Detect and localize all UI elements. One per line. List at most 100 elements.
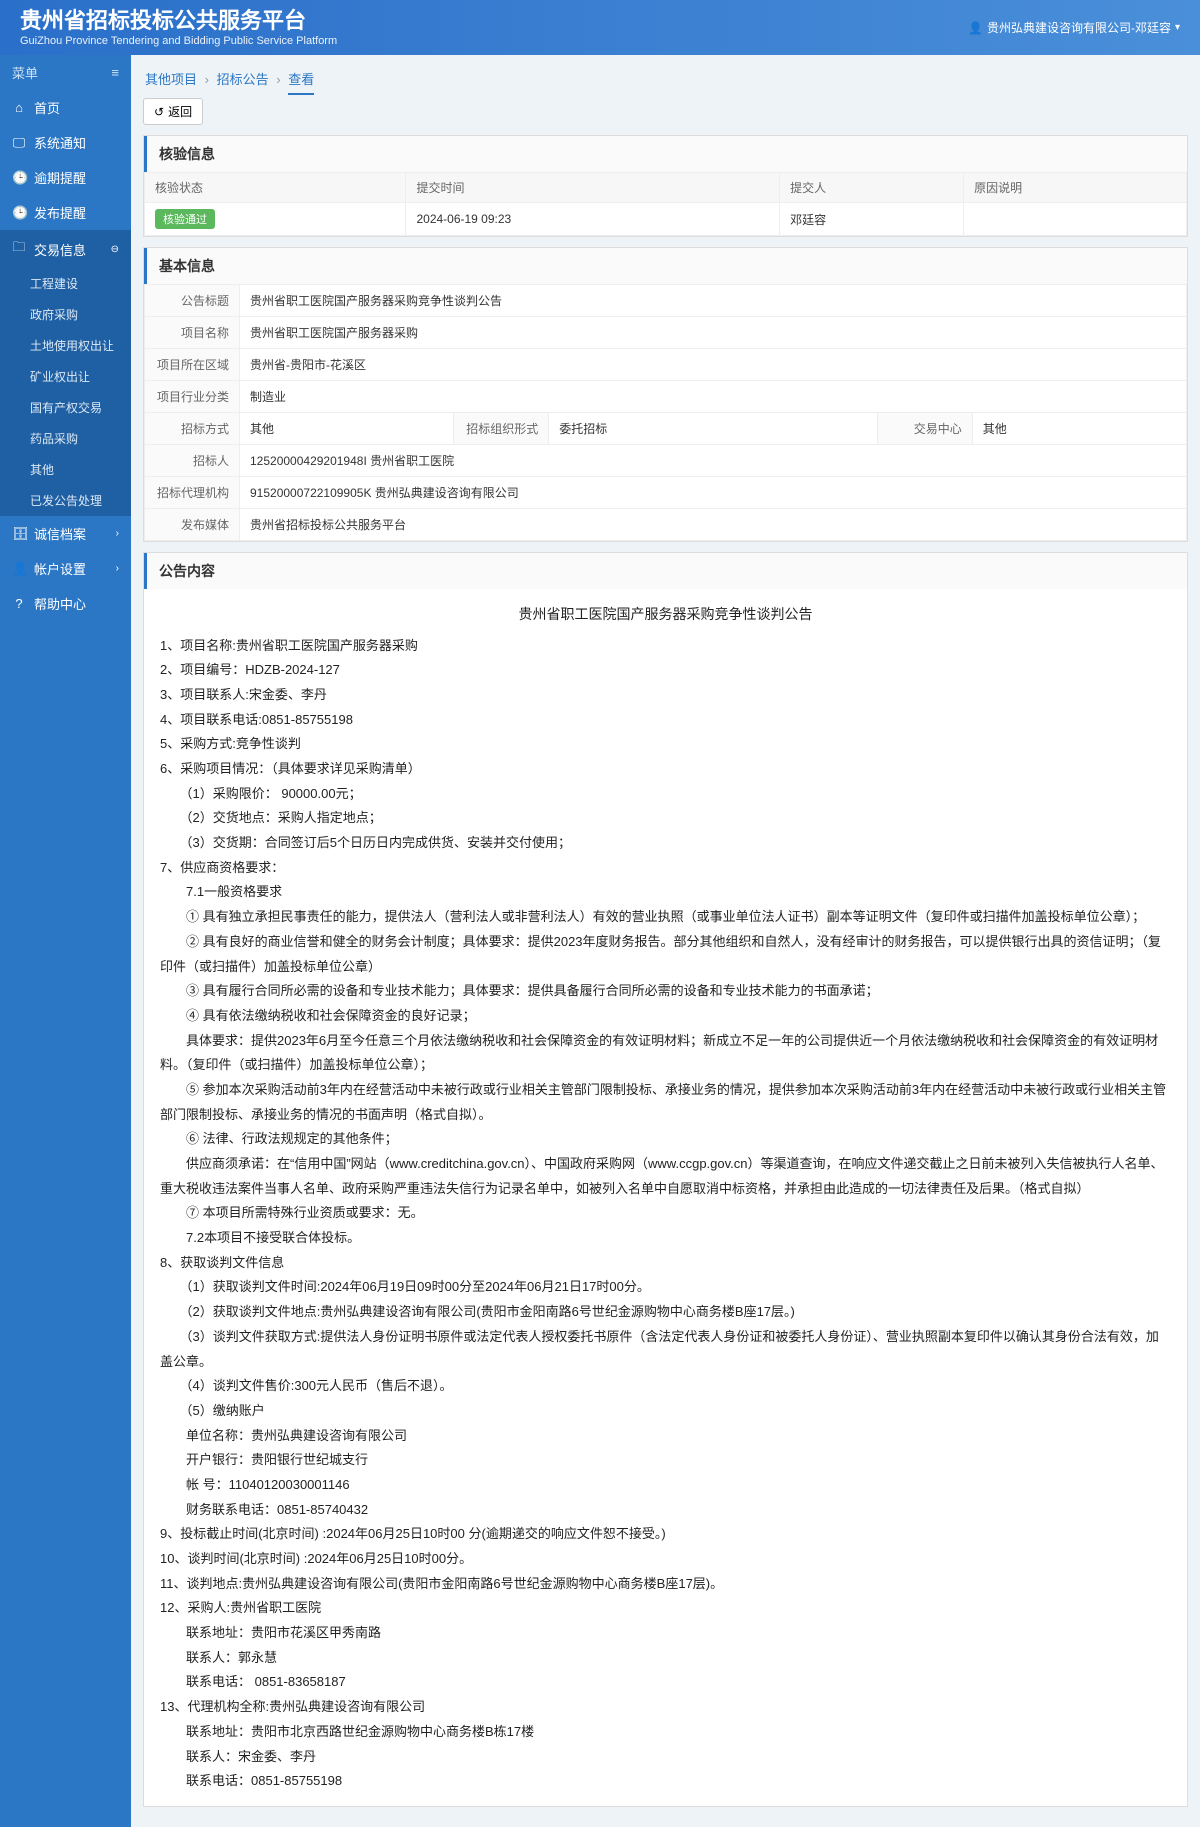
- clock-icon: 🕒: [12, 205, 26, 221]
- document-line: 9、投标截止时间(北京时间) :2024年06月25日10时00 分(逾期递交的…: [160, 1522, 1171, 1547]
- value: 其他: [972, 413, 1186, 445]
- breadcrumb: 其他项目 › 招标公告 › 查看: [143, 65, 1188, 98]
- document-line: ⑤ 参加本次采购活动前3年内在经营活动中未被行政或行业相关主管部门限制投标、承接…: [160, 1078, 1171, 1127]
- main-content: 其他项目 › 招标公告 › 查看 ↺ 返回 核验信息 核验状态 提交时间 提交人…: [131, 55, 1200, 1827]
- document-line: （2）获取谈判文件地点:贵州弘典建设咨询有限公司(贵阳市金阳南路6号世纪金源购物…: [160, 1300, 1171, 1325]
- document-line: ⑥ 法律、行政法规规定的其他条件；: [160, 1127, 1171, 1152]
- document-line: 供应商须承诺：在“信用中国”网站（www.creditchina.gov.cn）…: [160, 1152, 1171, 1201]
- folder-icon: 🗀: [12, 238, 26, 260]
- document-line: 联系地址：贵阳市花溪区甲秀南路: [160, 1621, 1171, 1646]
- document-line: 12、采购人:贵州省职工医院: [160, 1596, 1171, 1621]
- label: 招标方式: [145, 413, 240, 445]
- breadcrumb-sep: ›: [205, 72, 209, 87]
- info-table: 公告标题 贵州省职工医院国产服务器采购竞争性谈判公告 项目名称 贵州省职工医院国…: [144, 284, 1187, 541]
- sidebar-item[interactable]: ?帮助中心: [0, 586, 131, 621]
- submenu: 工程建设政府采购土地使用权出让矿业权出让国有产权交易药品采购其他已发公告处理: [0, 268, 131, 516]
- col-reason: 原因说明: [964, 173, 1187, 203]
- sidebar-item[interactable]: 🕒 发布提醒: [0, 195, 131, 230]
- breadcrumb-item[interactable]: 其他项目: [145, 72, 197, 87]
- sidebar-item[interactable]: 🕒逾期提醒: [0, 160, 131, 195]
- document-line: 7.2本项目不接受联合体投标。: [160, 1226, 1171, 1251]
- sidebar-item-label: 交易信息: [34, 240, 86, 259]
- label: 发布媒体: [145, 509, 240, 541]
- value: 其他: [240, 413, 454, 445]
- document-line: ② 具有良好的商业信誉和健全的财务会计制度；具体要求：提供2023年度财务报告。…: [160, 930, 1171, 979]
- document-line: 联系地址：贵阳市北京西路世纪金源购物中心商务楼B栋17楼: [160, 1720, 1171, 1745]
- document-line: 3、项目联系人:宋金委、李丹: [160, 683, 1171, 708]
- document-line: 单位名称：贵州弘典建设咨询有限公司: [160, 1424, 1171, 1449]
- label: 招标代理机构: [145, 477, 240, 509]
- sidebar-sub-item[interactable]: 工程建设: [0, 268, 131, 299]
- col-status: 核验状态: [145, 173, 406, 203]
- monitor-icon: 🖵: [12, 135, 26, 151]
- verify-panel: 核验信息 核验状态 提交时间 提交人 原因说明 核验通过 2024-06-19 …: [143, 135, 1188, 237]
- sidebar-sub-item[interactable]: 国有产权交易: [0, 392, 131, 423]
- back-button[interactable]: ↺ 返回: [143, 98, 203, 125]
- document-line: 7.1一般资格要求: [160, 880, 1171, 905]
- sidebar-sub-item[interactable]: 已发公告处理: [0, 485, 131, 516]
- document-line: 4、项目联系电话:0851-85755198: [160, 708, 1171, 733]
- document-line: （2）交货地点：采购人指定地点；: [160, 806, 1171, 831]
- sidebar-item[interactable]: 🖵系统通知: [0, 125, 131, 160]
- document-line: 13、代理机构全称:贵州弘典建设咨询有限公司: [160, 1695, 1171, 1720]
- value: 制造业: [240, 381, 1187, 413]
- document-line: （1）采购限价： 90000.00元；: [160, 782, 1171, 807]
- expand-icon: ›: [116, 563, 119, 574]
- document-line: ④ 具有依法缴纳税收和社会保障资金的良好记录；: [160, 1004, 1171, 1029]
- document-body: 贵州省职工医院国产服务器采购竞争性谈判公告 1、项目名称:贵州省职工医院国产服务…: [144, 589, 1187, 1806]
- document-title: 贵州省职工医院国产服务器采购竞争性谈判公告: [160, 601, 1171, 628]
- sidebar-sub-item[interactable]: 药品采购: [0, 423, 131, 454]
- document-line: ⑦ 本项目所需特殊行业资质或要求：无。: [160, 1201, 1171, 1226]
- expand-icon: ›: [116, 528, 119, 539]
- label: 项目行业分类: [145, 381, 240, 413]
- hamburger-icon[interactable]: ≡: [111, 65, 119, 80]
- back-label: 返回: [168, 103, 192, 120]
- document-line: 7、供应商资格要求：: [160, 856, 1171, 881]
- verify-table: 核验状态 提交时间 提交人 原因说明 核验通过 2024-06-19 09:23…: [144, 172, 1187, 236]
- document-line: 5、采购方式:竞争性谈判: [160, 732, 1171, 757]
- sidebar-item[interactable]: 🗀 交易信息 ⊖: [0, 230, 131, 268]
- label: 项目所在区域: [145, 349, 240, 381]
- label: 公告标题: [145, 285, 240, 317]
- document-line: 具体要求：提供2023年6月至今任意三个月依法缴纳税收和社会保障资金的有效证明材…: [160, 1029, 1171, 1078]
- breadcrumb-item-current: 查看: [288, 72, 314, 95]
- help-icon: ?: [12, 596, 26, 611]
- document-line: 8、获取谈判文件信息: [160, 1251, 1171, 1276]
- label: 招标组织形式: [454, 413, 549, 445]
- sidebar-item-label: 首页: [34, 98, 60, 117]
- value: 91520000722109905K 贵州弘典建设咨询有限公司: [240, 477, 1187, 509]
- document-line: 联系电话： 0851-83658187: [160, 1670, 1171, 1695]
- sidebar-sub-item[interactable]: 矿业权出让: [0, 361, 131, 392]
- cell-time: 2024-06-19 09:23: [406, 203, 780, 236]
- value: 贵州省招标投标公共服务平台: [240, 509, 1187, 541]
- value: 贵州省职工医院国产服务器采购: [240, 317, 1187, 349]
- label: 交易中心: [877, 413, 972, 445]
- sidebar: 菜单 ≡ ⌂首页🖵系统通知🕒逾期提醒🕒发布提醒🗀交易信息⊖工程建设政府采购土地使…: [0, 55, 131, 1827]
- breadcrumb-sep: ›: [276, 72, 280, 87]
- breadcrumb-item[interactable]: 招标公告: [217, 72, 269, 87]
- value: 贵州省-贵阳市-花溪区: [240, 349, 1187, 381]
- value: 贵州省职工医院国产服务器采购竞争性谈判公告: [240, 285, 1187, 317]
- cell-person: 邓廷容: [780, 203, 964, 236]
- sidebar-sub-item[interactable]: 其他: [0, 454, 131, 485]
- app-subtitle: GuiZhou Province Tendering and Bidding P…: [20, 35, 337, 47]
- content-panel: 公告内容 贵州省职工医院国产服务器采购竞争性谈判公告 1、项目名称:贵州省职工医…: [143, 552, 1188, 1807]
- home-icon: ⌂: [12, 100, 26, 115]
- sidebar-item[interactable]: ⌂ 首页: [0, 90, 131, 125]
- clock-icon: 🕒: [12, 170, 26, 186]
- sidebar-item[interactable]: 👤帐户设置›: [0, 551, 131, 586]
- document-line: 1、项目名称:贵州省职工医院国产服务器采购: [160, 634, 1171, 659]
- panel-title: 核验信息: [144, 136, 1187, 172]
- panel-title: 基本信息: [144, 248, 1187, 284]
- document-line: 联系人：郭永慧: [160, 1646, 1171, 1671]
- sidebar-item-label: 发布提醒: [34, 203, 86, 222]
- document-line: 联系电话：0851-85755198: [160, 1769, 1171, 1794]
- expand-icon: ⊖: [111, 244, 119, 255]
- sidebar-item[interactable]: 🗄诚信档案›: [0, 516, 131, 551]
- sidebar-sub-item[interactable]: 土地使用权出让: [0, 330, 131, 361]
- user-name: 贵州弘典建设咨询有限公司-邓廷容: [987, 19, 1171, 36]
- document-line: 开户银行：贵阳银行世纪城支行: [160, 1448, 1171, 1473]
- archive-icon: 🗄: [12, 526, 26, 542]
- sidebar-sub-item[interactable]: 政府采购: [0, 299, 131, 330]
- user-menu[interactable]: 👤 贵州弘典建设咨询有限公司-邓廷容 ▾: [968, 19, 1180, 36]
